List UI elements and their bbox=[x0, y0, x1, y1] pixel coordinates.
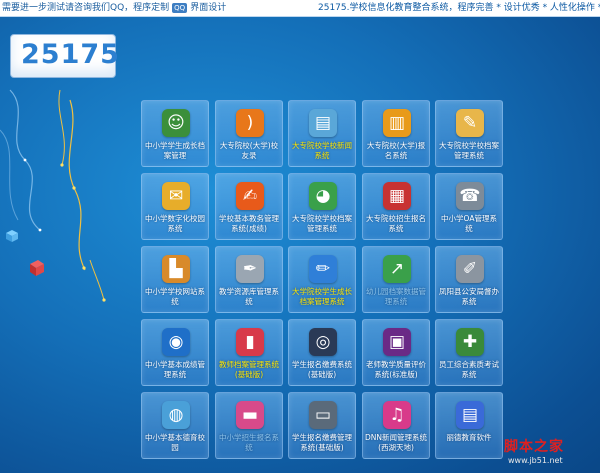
watermark-url: www.jb51.net bbox=[508, 456, 563, 465]
decorative-swirls-icon bbox=[0, 89, 106, 302]
app-tile[interactable]: ✉ 中小学数字化校园系统 bbox=[141, 173, 209, 240]
decorative-cube-small-icon bbox=[6, 230, 18, 242]
app-tile-label: 大专院校招生报名系统 bbox=[366, 214, 426, 233]
chart-up-icon: ↗ bbox=[383, 255, 411, 283]
newspaper-icon: ▤ bbox=[309, 109, 337, 137]
top-bar: 需要进一步测试请咨询我们QQ，程序定制 QQ 界面设计 25175.学校信息化教育整… bbox=[0, 0, 600, 17]
pie-chart-icon: ◕ bbox=[309, 182, 337, 210]
app-tile[interactable]: ◕ 大专院校学校档案管理系统 bbox=[288, 173, 356, 240]
person-globe-icon: ◉ bbox=[162, 328, 190, 356]
film-strip-icon: ▣ bbox=[383, 328, 411, 356]
users-group-icon: ☺ bbox=[162, 109, 190, 137]
person-add-icon: ✚ bbox=[456, 328, 484, 356]
paper-pen-icon: ✒ bbox=[236, 255, 264, 283]
app-tile-label: 教师档案管理系统(基础版) bbox=[219, 360, 279, 379]
app-tile[interactable]: ) 大专院校(大学)校友录 bbox=[215, 100, 283, 167]
app-tile[interactable]: ✍ 学校基本教务管理系统(成绩) bbox=[215, 173, 283, 240]
globe-icon: ◍ bbox=[162, 401, 190, 429]
books-stack-icon: ▤ bbox=[456, 401, 484, 429]
app-tile[interactable]: ▬ 中小学招生报名系统 bbox=[215, 392, 283, 459]
app-tile[interactable]: ✏ 大学院校学生成长档案管理系统 bbox=[288, 246, 356, 313]
music-note-icon: ♫ bbox=[383, 401, 411, 429]
app-tile[interactable]: ▭ 学生报名缴费管理系统(基础版) bbox=[288, 392, 356, 459]
watermark-main: 脚本之家 bbox=[504, 439, 564, 455]
app-tile[interactable]: ☺ 中小学学生成长档案管理 bbox=[141, 100, 209, 167]
edit-pencil-icon: ✏ bbox=[309, 255, 337, 283]
app-tile-label: 学生报名缴费系统(基础版) bbox=[292, 360, 352, 379]
calendar-icon: ▦ bbox=[383, 182, 411, 210]
app-tile[interactable]: ♫ DNN新闻管理系统(西湖天地) bbox=[362, 392, 430, 459]
clipboard-icon: ✎ bbox=[456, 109, 484, 137]
books-icon: ▮ bbox=[236, 328, 264, 356]
app-tile-label: 员工综合素质考试系统 bbox=[439, 360, 499, 379]
qq-badge[interactable]: QQ bbox=[172, 2, 188, 13]
app-tile[interactable]: ✒ 教学资源库管理系统 bbox=[215, 246, 283, 313]
app-tile-label: 大专院校(大学)校友录 bbox=[219, 141, 279, 160]
app-tile[interactable]: ▣ 老师教学质量评价系统(标准版) bbox=[362, 319, 430, 386]
app-tile-label: 大专院校(大学)报名系统 bbox=[366, 141, 426, 160]
fax-machine-icon: ☎ bbox=[456, 182, 484, 210]
app-tile-label: 大专院校学校档案管理系统 bbox=[439, 141, 499, 160]
app-tile[interactable]: ✚ 员工综合素质考试系统 bbox=[435, 319, 503, 386]
app-tile-label: 幼儿园档案数据管理系统 bbox=[366, 287, 426, 306]
app-tile[interactable]: ▮ 教师档案管理系统(基础版) bbox=[215, 319, 283, 386]
app-tile-label: DNN新闻管理系统(西湖天地) bbox=[365, 433, 427, 452]
app-tile[interactable]: ▤ 丽德教育软件 bbox=[435, 392, 503, 459]
laptop-icon: ▭ bbox=[309, 401, 337, 429]
app-tile-label: 学校基本教务管理系统(成绩) bbox=[219, 214, 279, 233]
notepad-pencil-icon: ✍ bbox=[236, 182, 264, 210]
chat-bubbles-icon: ✉ bbox=[162, 182, 190, 210]
app-tile-label: 丽德教育软件 bbox=[446, 433, 492, 442]
document-pen-icon: ✐ bbox=[456, 255, 484, 283]
app-tile-label: 中小学招生报名系统 bbox=[219, 433, 279, 452]
app-tile-label: 老师教学质量评价系统(标准版) bbox=[366, 360, 426, 379]
app-tile[interactable]: ↗ 幼儿园档案数据管理系统 bbox=[362, 246, 430, 313]
app-tile-label: 中小学学校网站系统 bbox=[145, 287, 205, 306]
contact-text: 需要进一步测试请咨询我们QQ，程序定制 bbox=[2, 3, 170, 13]
logo-text: 25175 bbox=[21, 39, 120, 70]
app-tile-label: 中小学学生成长档案管理 bbox=[145, 141, 205, 160]
app-tile[interactable]: ◉ 中小学基本成绩管理系统 bbox=[141, 319, 209, 386]
design-text: 界面设计 bbox=[190, 3, 227, 13]
app-tile-label: 教学资源库管理系统 bbox=[219, 287, 279, 306]
app-tile-label: 凤阳县公安局督办系统 bbox=[439, 287, 499, 306]
app-tile-label: 大专院校学校档案管理系统 bbox=[292, 214, 352, 233]
app-tile-label: 大专院校学校新闻系统 bbox=[292, 141, 352, 160]
app-tile[interactable]: ◍ 中小学基本德育校园 bbox=[141, 392, 209, 459]
app-tile-label: 学生报名缴费管理系统(基础版) bbox=[292, 433, 352, 452]
top-bar-right: 25175.学校信息化教育整合系统，程序完善 * 设计优秀 * 人性化操作 * … bbox=[318, 3, 600, 13]
app-tile-label: 中小学基本成绩管理系统 bbox=[145, 360, 205, 379]
book-stack-icon: ▬ bbox=[236, 401, 264, 429]
rss-icon: ) bbox=[236, 109, 264, 137]
app-tile[interactable]: ✎ 大专院校学校档案管理系统 bbox=[435, 100, 503, 167]
app-tile-label: 中小学OA管理系统 bbox=[441, 214, 497, 233]
spiral-icon: ◎ bbox=[309, 328, 337, 356]
building-icon: ▙ bbox=[162, 255, 190, 283]
watermark: 脚本之家 www.jb51.net bbox=[498, 434, 598, 470]
app-tile[interactable]: ☎ 中小学OA管理系统 bbox=[435, 173, 503, 240]
app-tile-label: 中小学基本德育校园 bbox=[145, 433, 205, 452]
top-bar-left: 需要进一步测试请咨询我们QQ，程序定制 QQ 界面设计 bbox=[2, 0, 226, 16]
app-tile[interactable]: ▙ 中小学学校网站系统 bbox=[141, 246, 209, 313]
app-tile[interactable]: ◎ 学生报名缴费系统(基础版) bbox=[288, 319, 356, 386]
decorative-cube-icon bbox=[30, 260, 44, 276]
app-tile-label: 大学院校学生成长档案管理系统 bbox=[292, 287, 352, 306]
app-tile[interactable]: ▤ 大专院校学校新闻系统 bbox=[288, 100, 356, 167]
app-tile[interactable]: ▥ 大专院校(大学)报名系统 bbox=[362, 100, 430, 167]
app-tile-label: 中小学数字化校园系统 bbox=[145, 214, 205, 233]
folder-icon: ▥ bbox=[383, 109, 411, 137]
app-tile[interactable]: ▦ 大专院校招生报名系统 bbox=[362, 173, 430, 240]
app-tile[interactable]: ✐ 凤阳县公安局督办系统 bbox=[435, 246, 503, 313]
